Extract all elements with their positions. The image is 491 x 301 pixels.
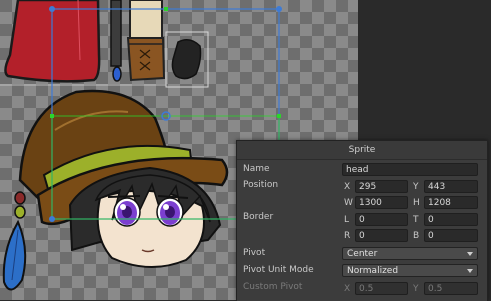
head-sprite: [2, 89, 229, 291]
panel-title: Sprite: [237, 141, 487, 160]
border-label: Border: [243, 212, 274, 222]
border-handle[interactable]: [164, 7, 168, 11]
t-axis-label: T: [413, 215, 419, 225]
border-l-field[interactable]: 0: [355, 213, 408, 226]
position-x-field[interactable]: 295: [355, 180, 408, 193]
corner-handle[interactable]: [49, 216, 55, 222]
staff-sprite: [110, 0, 122, 82]
r-axis-label: R: [344, 231, 351, 241]
l-axis-label: L: [344, 215, 350, 225]
border-b-field[interactable]: 0: [424, 229, 478, 242]
pivot-dropdown[interactable]: Center: [342, 247, 478, 260]
chevron-down-icon: [467, 269, 473, 273]
pivot-unit-mode-dropdown[interactable]: Normalized: [342, 264, 478, 277]
pivot-dropdown-value: Center: [347, 249, 378, 259]
pivot-unit-mode-label: Pivot Unit Mode: [243, 265, 314, 275]
border-handle[interactable]: [277, 114, 281, 118]
pivot-unit-mode-value: Normalized: [347, 266, 399, 276]
custom-pivot-x-label: X: [344, 284, 351, 294]
size-h-field[interactable]: 1208: [424, 196, 478, 209]
sprite-inspector-panel: Sprite Name head Position X 295 Y 443 W …: [236, 140, 488, 301]
corner-handle[interactable]: [49, 6, 55, 12]
custom-pivot-y-label: Y: [413, 284, 419, 294]
leg-sprite: [126, 0, 166, 82]
border-handle[interactable]: [50, 114, 54, 118]
name-label: Name: [243, 164, 270, 174]
border-r-field[interactable]: 0: [355, 229, 408, 242]
hand-sprite: [165, 31, 209, 88]
size-w-field[interactable]: 1300: [355, 196, 408, 209]
custom-pivot-x-field: 0.5: [355, 282, 408, 295]
y-axis-label: Y: [413, 182, 419, 192]
w-axis-label: W: [344, 198, 353, 208]
x-axis-label: X: [344, 182, 351, 192]
custom-pivot-y-field: 0.5: [424, 282, 478, 295]
pivot-label: Pivot: [243, 248, 266, 258]
name-field[interactable]: head: [342, 163, 478, 176]
position-label: Position: [243, 180, 279, 190]
border-t-field[interactable]: 0: [424, 213, 478, 226]
chevron-down-icon: [467, 252, 473, 256]
custom-pivot-label: Custom Pivot: [243, 282, 303, 292]
b-axis-label: B: [413, 231, 420, 241]
h-axis-label: H: [413, 198, 420, 208]
corner-handle[interactable]: [276, 6, 282, 12]
position-y-field[interactable]: 443: [424, 180, 478, 193]
